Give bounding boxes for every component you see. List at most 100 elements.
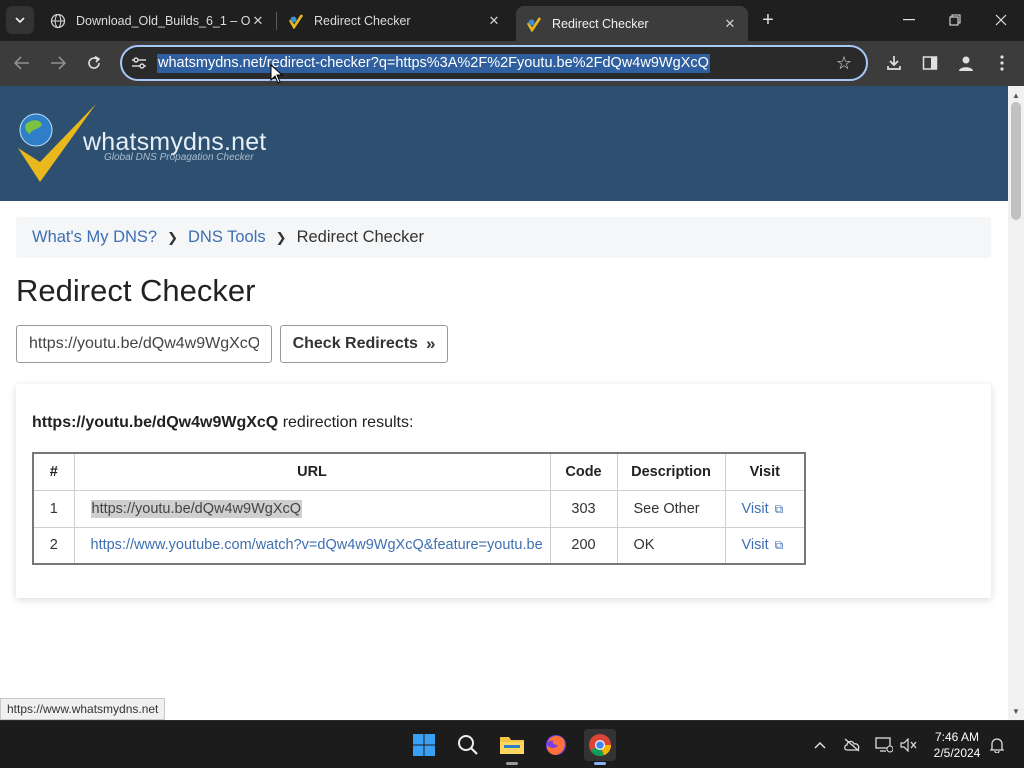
show-hidden-icons-icon[interactable] (810, 735, 830, 755)
tab-search-button[interactable] (6, 6, 34, 34)
minimize-icon (903, 19, 915, 21)
address-bar-url[interactable]: whatsmydns.net/redirect-checker?q=https%… (157, 54, 710, 73)
notification-bell-icon[interactable] (987, 735, 1007, 755)
column-header-code: Code (549, 452, 618, 491)
file-explorer-button[interactable] (496, 729, 528, 765)
column-header-url: URL (73, 452, 551, 491)
table-row: 2 https://www.youtube.com/watch?v=dQw4w9… (32, 526, 806, 565)
scroll-down-arrow-icon[interactable]: ▼ (1008, 704, 1024, 718)
tab-title: Download_Old_Builds_6_1 – On (76, 14, 250, 28)
windows-taskbar: 7:46 AM 2/5/2024 (0, 720, 1024, 768)
whatsmydns-favicon-icon (288, 13, 304, 29)
start-button[interactable] (408, 729, 440, 761)
clock-time: 7:46 AM (934, 730, 980, 744)
folder-icon (500, 737, 524, 754)
more-menu-icon[interactable] (990, 51, 1014, 75)
restore-button[interactable] (935, 6, 975, 34)
scroll-up-arrow-icon[interactable]: ▲ (1008, 88, 1024, 102)
external-link-icon: ⧉ (774, 501, 784, 516)
onedrive-offline-icon[interactable] (842, 735, 862, 755)
visit-link[interactable]: Visit ⧉ (724, 526, 806, 565)
new-tab-button[interactable]: + (756, 8, 780, 32)
row-url: https://www.youtube.com/watch?v=dQw4w9Wg… (73, 526, 551, 565)
network-icon[interactable] (874, 735, 894, 755)
table-row: 1 https://youtu.be/dQw4w9WgXcQ 303 See O… (32, 489, 806, 528)
results-heading-suffix: redirection results: (282, 414, 414, 431)
visit-label: Visit (741, 537, 769, 554)
address-bar[interactable]: whatsmydns.net/redirect-checker?q=https%… (120, 45, 868, 81)
chevron-right-icon: ❯ (275, 229, 287, 245)
bookmark-star-icon[interactable]: ☆ (834, 53, 854, 73)
page-viewport: whatsmydns.net Global DNS Propagation Ch… (0, 86, 1008, 720)
tab-title: Redirect Checker (314, 14, 411, 28)
redirect-results-table: # URL Code Description Visit 1 https://y… (32, 452, 806, 565)
row-url-text: https://youtu.be/dQw4w9WgXcQ (90, 499, 303, 518)
row-number: 2 (32, 526, 75, 565)
url-input[interactable] (16, 325, 272, 363)
reload-button[interactable] (80, 49, 108, 77)
site-header: whatsmydns.net Global DNS Propagation Ch… (0, 86, 1008, 201)
taskbar-clock[interactable]: 7:46 AM 2/5/2024 (926, 729, 988, 761)
chevron-down-icon (15, 17, 25, 24)
results-card: https://youtu.be/dQw4w9WgXcQ redirection… (16, 384, 991, 598)
running-indicator (506, 762, 518, 765)
globe-icon (50, 13, 66, 29)
table-header-row: # URL Code Description Visit (32, 452, 806, 491)
tab-strip: Download_Old_Builds_6_1 – On ✕ Redirect … (0, 0, 1024, 41)
results-heading: https://youtu.be/dQw4w9WgXcQ redirection… (32, 414, 413, 432)
check-redirects-button[interactable]: Check Redirects » (280, 325, 448, 363)
profile-icon[interactable] (954, 51, 978, 75)
results-query-url: https://youtu.be/dQw4w9WgXcQ (32, 414, 279, 431)
arrow-right-icon (51, 56, 66, 70)
breadcrumb: What's My DNS? ❯ DNS Tools ❯ Redirect Ch… (16, 217, 991, 258)
external-link-icon: ⧉ (774, 538, 784, 553)
reload-icon (88, 55, 101, 69)
forward-button[interactable] (44, 49, 72, 77)
restore-icon (949, 14, 961, 26)
close-tab-icon[interactable]: ✕ (486, 13, 502, 29)
firefox-button[interactable] (540, 729, 572, 761)
row-number: 1 (32, 489, 75, 528)
tab-divider (276, 12, 277, 30)
minimize-button[interactable] (889, 6, 929, 34)
tab-redirect-checker-1[interactable]: Redirect Checker ✕ (278, 6, 512, 36)
search-icon (458, 735, 478, 755)
site-settings-icon[interactable] (130, 54, 148, 72)
arrow-left-icon (14, 56, 29, 70)
volume-muted-icon[interactable] (899, 735, 919, 755)
tab-download-old-builds[interactable]: Download_Old_Builds_6_1 – On ✕ (40, 6, 276, 36)
close-tab-icon[interactable]: ✕ (722, 16, 738, 32)
breadcrumb-link-home[interactable]: What's My DNS? (32, 228, 157, 247)
close-icon (995, 14, 1007, 26)
tab-redirect-checker-active[interactable]: Redirect Checker ✕ (516, 6, 748, 41)
column-header-description: Description (616, 452, 726, 491)
page-scrollbar[interactable]: ▲ ▼ (1008, 86, 1024, 720)
browser-toolbar: whatsmydns.net/redirect-checker?q=https%… (0, 41, 1024, 86)
link-status-tooltip: https://www.whatsmydns.net (0, 698, 166, 720)
running-indicator (594, 762, 606, 765)
whatsmydns-favicon-icon (526, 16, 542, 32)
close-tab-icon[interactable]: ✕ (250, 13, 266, 29)
close-window-button[interactable] (981, 6, 1021, 34)
scrollbar-thumb[interactable] (1011, 102, 1021, 220)
visit-label: Visit (741, 500, 769, 517)
visit-link[interactable]: Visit ⧉ (724, 489, 806, 528)
row-description: See Other (616, 489, 726, 528)
double-chevron-right-icon: » (425, 334, 436, 353)
row-status-code: 200 (549, 526, 618, 565)
taskbar-search-button[interactable] (452, 729, 484, 761)
row-url-link[interactable]: https://www.youtube.com/watch?v=dQw4w9Wg… (91, 537, 543, 553)
breadcrumb-current: Redirect Checker (296, 228, 425, 246)
tab-title: Redirect Checker (552, 16, 649, 31)
column-header-visit: Visit (724, 452, 806, 491)
back-button[interactable] (8, 49, 36, 77)
side-panel-icon[interactable] (918, 51, 942, 75)
chrome-button[interactable] (584, 729, 616, 765)
downloads-icon[interactable] (882, 51, 906, 75)
clock-date: 2/5/2024 (933, 746, 981, 760)
breadcrumb-link-dns-tools[interactable]: DNS Tools (188, 228, 266, 247)
column-header-num: # (32, 452, 75, 491)
row-url: https://youtu.be/dQw4w9WgXcQ (73, 489, 551, 528)
page-title: Redirect Checker (16, 273, 256, 308)
windows-start-icon (413, 734, 435, 756)
